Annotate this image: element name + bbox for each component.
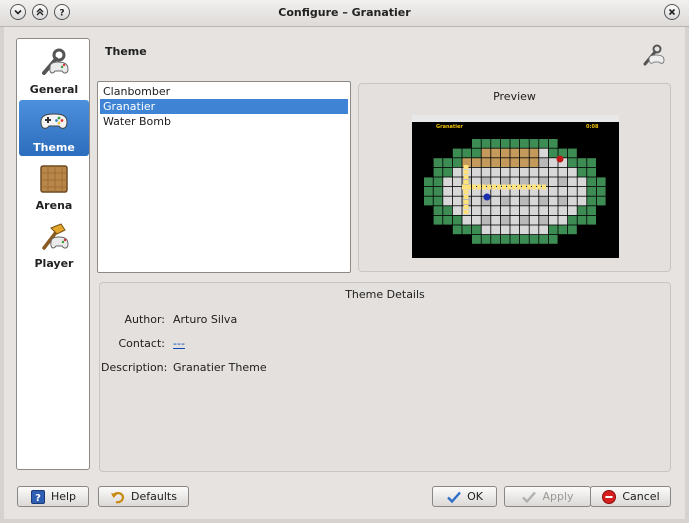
contact-label: Contact: (118, 337, 165, 350)
details-title: Theme Details (345, 288, 425, 301)
description-label: Description: (101, 361, 168, 374)
cancel-button[interactable]: Cancel (590, 486, 671, 507)
wrench-gamepad-icon (42, 48, 69, 75)
help-button[interactable]: ? Help (17, 486, 89, 507)
theme-details-group: Theme Details Author: Arturo Silva Conta… (99, 282, 671, 472)
ok-button-label: OK (467, 490, 483, 503)
cancel-icon (602, 489, 617, 504)
help-button-label: Help (50, 490, 77, 503)
title-bar: ? Configure – Granatier (0, 0, 689, 27)
arena-tile-icon (40, 165, 68, 193)
preview-hud-time: 0:08 (586, 124, 599, 130)
sidebar-item-label: Arena (35, 199, 73, 212)
sidebar-item-general[interactable]: General (19, 42, 89, 98)
checkmark-icon (447, 491, 461, 503)
sidebar-item-theme[interactable]: Theme (19, 100, 89, 156)
preview-group: Preview Granatier 0:08 (358, 83, 671, 272)
sidebar-item-arena[interactable]: Arena (19, 158, 89, 214)
page-list: General Theme Arena Player (16, 38, 90, 470)
contact-link[interactable]: --- (173, 337, 185, 350)
ok-button[interactable]: OK (432, 486, 497, 507)
checkmark-icon (522, 491, 537, 503)
help-icon: ? (30, 489, 45, 504)
svg-text:?: ? (35, 493, 41, 504)
cancel-button-label: Cancel (622, 490, 660, 503)
page-title: Theme (105, 45, 147, 58)
sidebar-item-player[interactable]: Player (19, 216, 89, 272)
close-window-button[interactable] (664, 4, 680, 20)
sidebar-item-label: Theme (33, 141, 75, 154)
close-icon (668, 8, 676, 16)
preview-title: Preview (493, 90, 536, 103)
preview-hud-player: Granatier (436, 124, 463, 130)
apply-button[interactable]: Apply (504, 486, 591, 507)
description-value: Granatier Theme (173, 361, 267, 374)
author-label: Author: (124, 313, 165, 326)
author-value: Arturo Silva (173, 313, 238, 326)
undo-icon (111, 491, 125, 503)
theme-preview-image: Granatier 0:08 (412, 115, 619, 258)
theme-list[interactable]: Clanbomber Granatier Water Bomb (97, 81, 351, 273)
theme-option-water-bomb[interactable]: Water Bomb (100, 114, 348, 129)
defaults-button[interactable]: Defaults (98, 486, 189, 507)
theme-option-clanbomber[interactable]: Clanbomber (100, 84, 348, 99)
sidebar-item-label: Player (34, 257, 74, 270)
theme-option-granatier[interactable]: Granatier (100, 99, 348, 114)
theme-config-icon (643, 44, 665, 66)
window-title: Configure – Granatier (278, 6, 411, 19)
hammer-gamepad-icon (42, 223, 69, 250)
apply-button-label: Apply (542, 490, 574, 503)
gamepad-icon (40, 113, 68, 129)
sidebar-item-label: General (29, 83, 79, 96)
defaults-button-label: Defaults (131, 490, 177, 503)
